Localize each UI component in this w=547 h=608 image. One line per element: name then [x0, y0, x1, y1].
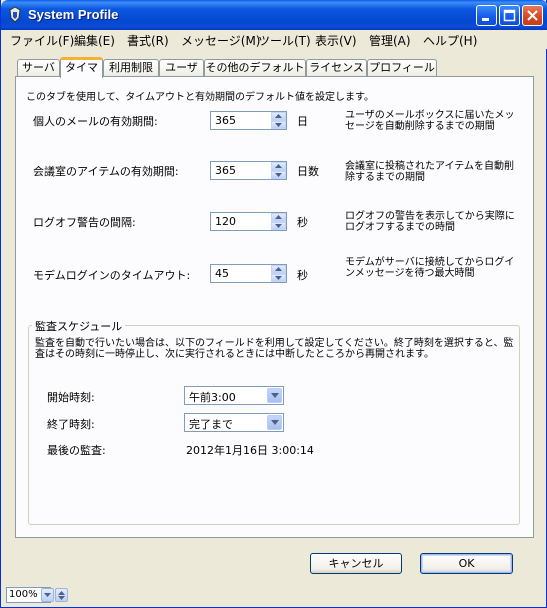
- last-audit-label: 最後の監査:: [47, 444, 106, 457]
- setting-description: ログオフの警告を表示してから実際にログオフするまでの時間: [345, 211, 515, 233]
- spin-up-icon[interactable]: [271, 162, 286, 171]
- dropdown-value: 午前3:00: [189, 391, 236, 404]
- last-audit-value: 2012年1月16日 3:00:14: [186, 444, 314, 457]
- audit-end-label: 終了時刻:: [47, 418, 95, 431]
- window-title: System Profile: [28, 7, 119, 22]
- unit-label: 秒: [297, 216, 308, 229]
- spinner-value: 365: [215, 114, 236, 127]
- spin-down-icon[interactable]: [271, 273, 286, 282]
- intro-text: このタブを使用して、タイムアウトと有効期間のデフォルト値を設定します。: [26, 92, 374, 103]
- minimize-button[interactable]: [476, 5, 497, 26]
- meeting-room-expiry-spinner[interactable]: 365: [210, 161, 287, 180]
- spin-down-icon[interactable]: [271, 120, 286, 129]
- cancel-button[interactable]: キャンセル: [310, 553, 402, 574]
- close-icon: [527, 10, 538, 21]
- menu-file[interactable]: ファイル(F): [10, 32, 74, 49]
- menu-bar: ファイル(F) 編集(E) 書式(R) メッセージ(M) ツール(T) 表示(V…: [2, 30, 547, 49]
- maximize-icon: [503, 9, 516, 22]
- zoom-spinner-icon[interactable]: [55, 588, 68, 602]
- setting-description: モデムがサーバに接続してからログインメッセージを待つ最大時間: [345, 257, 515, 279]
- app-icon: [9, 6, 21, 23]
- dropdown-value: 完了まで: [189, 418, 233, 431]
- spin-down-icon[interactable]: [271, 221, 286, 230]
- close-button[interactable]: [522, 5, 543, 26]
- tab-license[interactable]: ライセンス: [306, 59, 367, 77]
- title-bar[interactable]: System Profile: [1, 0, 547, 30]
- menu-view[interactable]: 表示(V): [315, 32, 357, 49]
- modem-login-timeout-label: モデムログインのタイムアウト:: [33, 269, 191, 282]
- ok-button[interactable]: OK: [420, 553, 513, 574]
- personal-mail-expiry-label: 個人のメールの有効期間:: [33, 115, 158, 128]
- modem-login-timeout-spinner[interactable]: 45: [210, 264, 287, 283]
- setting-description: 会議室に投稿されたアイテムを自動削除するまでの期間: [345, 161, 514, 183]
- spin-up-icon[interactable]: [271, 112, 286, 121]
- chevron-down-icon[interactable]: [267, 415, 282, 430]
- audit-schedule-title: 監査スケジュール: [32, 318, 126, 334]
- logoff-warning-interval-label: ログオフ警告の間隔:: [33, 216, 136, 229]
- menu-admin[interactable]: 管理(A): [369, 32, 411, 49]
- tab-other-defaults[interactable]: その他のデフォルト: [204, 59, 306, 77]
- spinner-value: 365: [215, 164, 236, 177]
- setting-description: ユーザのメールボックスに届いたメッセージを自動削除するまでの期間: [345, 110, 515, 132]
- unit-label: 日数: [297, 165, 319, 178]
- meeting-room-expiry-label: 会議室のアイテムの有効期間:: [33, 165, 179, 178]
- logoff-warning-interval-spinner[interactable]: 120: [210, 212, 287, 231]
- system-profile-window: System Profile ファイル(F) 編集(E) 書式(R) メッセージ…: [0, 0, 547, 608]
- spin-up-icon[interactable]: [271, 265, 286, 274]
- audit-start-time-dropdown[interactable]: 午前3:00: [184, 386, 284, 405]
- unit-label: 日: [297, 115, 308, 128]
- audit-description: 監査を自動で行いたい場合は、以下のフィールドを利用して設定してください。終了時刻…: [35, 338, 514, 360]
- status-bar: 100%: [1, 586, 547, 608]
- menu-tools[interactable]: ツール(T): [258, 32, 311, 49]
- spin-down-icon[interactable]: [271, 170, 286, 179]
- spinner-value: 120: [215, 215, 236, 228]
- tab-timer[interactable]: タイマ: [60, 57, 103, 78]
- timer-tab-panel: このタブを使用して、タイムアウトと有効期間のデフォルト値を設定します。 個人のメ…: [15, 76, 534, 538]
- spin-up-icon[interactable]: [271, 213, 286, 222]
- tab-usage-limits[interactable]: 利用制限: [103, 59, 159, 77]
- tab-strip: サーバ タイマ 利用制限 ユーザ その他のデフォルト ライセンス プロフィール: [1, 57, 547, 78]
- maximize-button[interactable]: [499, 5, 520, 26]
- chevron-down-icon[interactable]: [267, 388, 282, 403]
- menu-help[interactable]: ヘルプ(H): [423, 32, 477, 49]
- tab-server[interactable]: サーバ: [17, 59, 60, 77]
- personal-mail-expiry-spinner[interactable]: 365: [210, 111, 287, 130]
- tab-users[interactable]: ユーザ: [159, 59, 204, 77]
- unit-label: 秒: [297, 269, 308, 282]
- menu-message[interactable]: メッセージ(M): [181, 32, 260, 49]
- audit-end-time-dropdown[interactable]: 完了まで: [184, 413, 284, 432]
- menu-edit[interactable]: 編集(E): [74, 32, 115, 49]
- spinner-value: 45: [215, 267, 229, 280]
- audit-start-label: 開始時刻:: [47, 391, 95, 404]
- menu-format[interactable]: 書式(R): [127, 32, 169, 49]
- tab-profile[interactable]: プロフィール: [367, 59, 437, 77]
- minimize-icon: [482, 18, 489, 21]
- zoom-dropdown-icon[interactable]: [41, 588, 54, 602]
